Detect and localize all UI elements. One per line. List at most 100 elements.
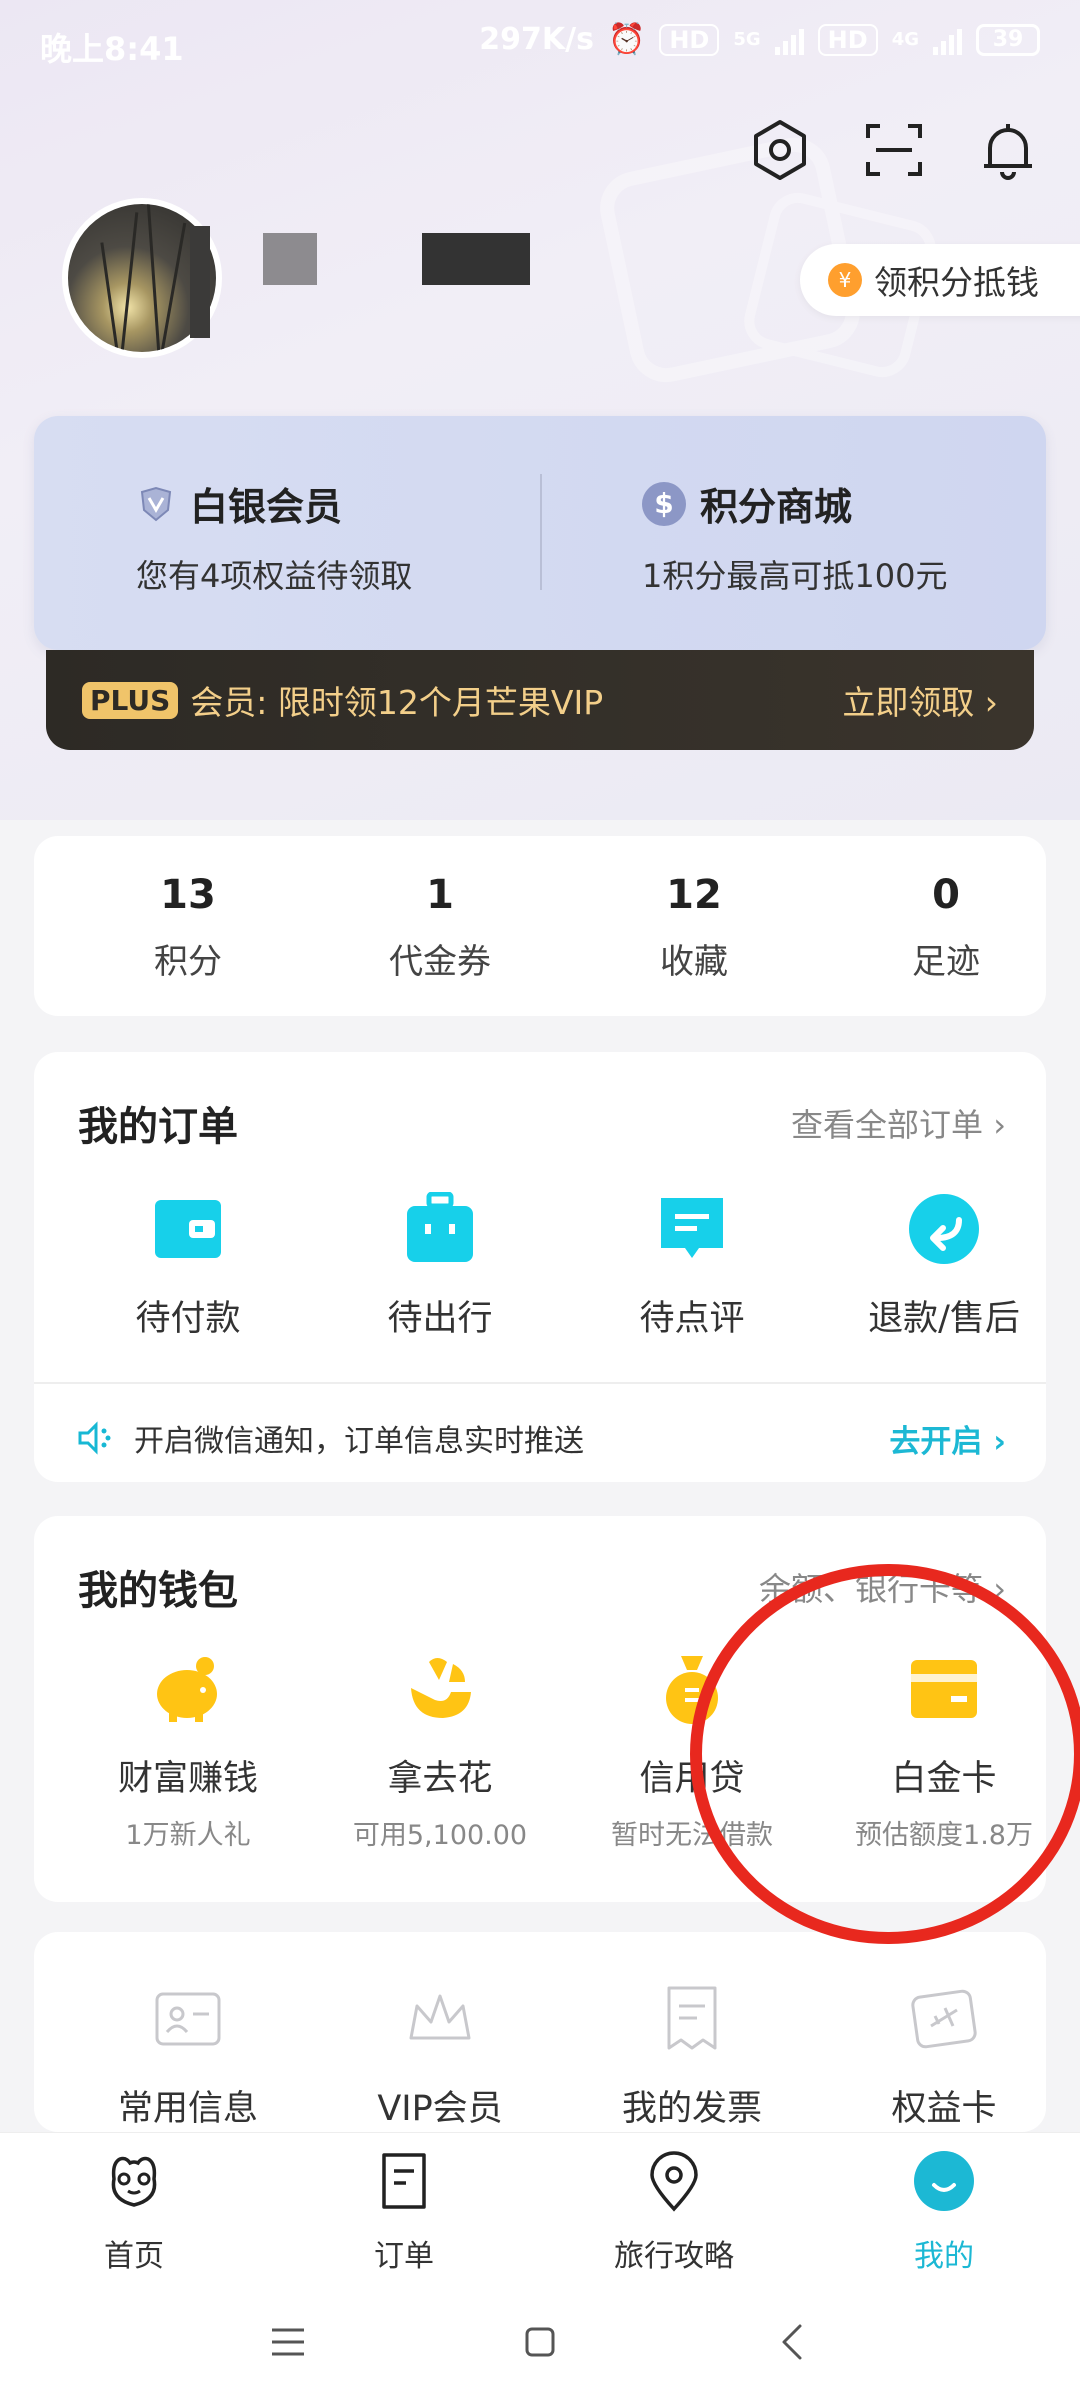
- divider: [34, 1382, 1046, 1384]
- invoice-icon: [667, 1986, 717, 2050]
- wallet-title: 我的钱包: [78, 1568, 238, 1614]
- stat-value: 0: [932, 872, 960, 918]
- username-redacted-3: [422, 233, 530, 285]
- id-card-icon: [155, 1992, 221, 2046]
- stat-label: 收藏: [660, 942, 728, 982]
- service-vip[interactable]: VIP会员: [330, 1982, 550, 2131]
- network-speed: 297K/s: [479, 22, 594, 57]
- alarm-icon: ⏰: [607, 22, 646, 57]
- silver-member-section[interactable]: 白银会员 您有4项权益待领取: [136, 476, 412, 597]
- network-4g-label: 4G: [891, 29, 919, 50]
- service-common-info[interactable]: 常用信息: [78, 1982, 298, 2131]
- nav-label: 我的: [914, 2239, 974, 2274]
- service-benefit-card[interactable]: 权益卡: [834, 1982, 1054, 2131]
- plus-claim-link[interactable]: 立即领取 ›: [842, 676, 998, 724]
- suitcase-icon: [407, 1191, 473, 1262]
- enable-notify-link[interactable]: 去开启 ›: [889, 1416, 1006, 1461]
- stat-value: 12: [666, 872, 722, 918]
- orders-card: 我的订单 查看全部订单 › 待付款 待出行 待点评 退款/售后 开启微信通知，订…: [34, 1052, 1046, 1482]
- wallet-naqu-hua[interactable]: 拿去花 可用5,100.00: [330, 1652, 550, 1852]
- stat-label: 积分: [154, 942, 222, 982]
- service-label: VIP会员: [377, 2089, 503, 2129]
- back-chevron-icon[interactable]: [764, 2312, 824, 2372]
- crown-icon: [409, 1994, 471, 2040]
- plane-ticket-icon: [911, 1989, 977, 2049]
- stat-label: 足迹: [912, 942, 980, 982]
- bell-icon[interactable]: [976, 118, 1040, 182]
- wallet-sub: 1万新人礼: [125, 1820, 251, 1851]
- wallet-icon: [155, 1200, 221, 1258]
- home-mascot-icon: [111, 2156, 157, 2207]
- stat-vouchers[interactable]: 1 代金券: [340, 872, 540, 983]
- earn-points-button[interactable]: ¥ 领积分抵钱: [800, 244, 1080, 316]
- refund-icon: [909, 1194, 979, 1264]
- stat-value: 13: [160, 872, 216, 918]
- service-label: 权益卡: [891, 2089, 997, 2129]
- signal-icon-2: [933, 25, 962, 55]
- settings-icon[interactable]: [748, 118, 812, 182]
- service-label: 我的发票: [621, 2089, 762, 2129]
- system-nav-bar: [0, 2282, 1080, 2400]
- order-refund[interactable]: 退款/售后: [834, 1192, 1054, 1341]
- hd-badge: HD: [659, 23, 720, 56]
- earn-points-label: 领积分抵钱: [874, 263, 1039, 302]
- wallet-wealth[interactable]: 财富赚钱 1万新人礼: [78, 1652, 298, 1852]
- services-card: 常用信息 VIP会员 我的发票 权益卡: [34, 1932, 1046, 2132]
- wallet-label: 财富赚钱: [117, 1759, 258, 1799]
- order-doc-icon: [382, 2153, 426, 2209]
- bottom-nav: 首页 订单 旅行攻略 我的: [0, 2132, 1080, 2282]
- order-label: 待出行: [387, 1299, 493, 1339]
- order-label: 待点评: [639, 1299, 745, 1339]
- service-label: 常用信息: [117, 2089, 258, 2129]
- home-square-icon[interactable]: [510, 2312, 570, 2372]
- signal-icon: [774, 25, 804, 55]
- username-redacted-2: [263, 233, 317, 285]
- service-invoice[interactable]: 我的发票: [582, 1982, 802, 2131]
- vip-badge-icon: [140, 486, 172, 521]
- order-pending-review[interactable]: 待点评: [582, 1192, 802, 1341]
- stat-points[interactable]: 13 积分: [88, 872, 288, 983]
- nav-profile[interactable]: 我的: [844, 2149, 1044, 2275]
- scan-icon[interactable]: [862, 118, 926, 182]
- stat-value: 1: [426, 872, 454, 918]
- order-pending-payment[interactable]: 待付款: [78, 1192, 298, 1341]
- wallet-label: 拿去花: [387, 1759, 493, 1799]
- nav-orders[interactable]: 订单: [304, 2149, 504, 2275]
- wallet-sub: 可用5,100.00: [352, 1820, 528, 1851]
- order-pending-travel[interactable]: 待出行: [330, 1191, 550, 1341]
- silver-member-sub: 您有4项权益待领取: [136, 557, 413, 595]
- dollar-icon: $: [642, 481, 686, 526]
- coin-icon: ¥: [828, 263, 862, 297]
- nav-travel-guide[interactable]: 旅行攻略: [574, 2149, 774, 2275]
- order-label: 退款/售后: [868, 1299, 1020, 1339]
- location-pin-icon: [650, 2151, 698, 2212]
- points-mall-sub: 1积分最高可抵100元: [642, 557, 948, 595]
- points-mall-title: 积分商城: [700, 485, 853, 529]
- status-bar: 晚上8:41 297K/s ⏰ HD 5G HD 4G 39: [0, 0, 1080, 92]
- username-redacted: [190, 226, 210, 338]
- silver-member-title: 白银会员: [190, 485, 343, 529]
- annotation-circle: [690, 1564, 1080, 1944]
- stat-label: 代金券: [389, 942, 491, 982]
- hd-badge-2: HD: [817, 23, 878, 56]
- status-time: 晚上8:41: [40, 30, 184, 68]
- plus-promo-text: 会员: 限时领12个月芒果VIP: [190, 683, 604, 722]
- stat-footprints[interactable]: 0 足迹: [846, 872, 1046, 983]
- piggy-bank-icon: [157, 1657, 217, 1722]
- stat-favorites[interactable]: 12 收藏: [594, 872, 794, 983]
- view-all-orders-link[interactable]: 查看全部订单 ›: [791, 1100, 1006, 1146]
- network-5g-label: 5G: [733, 29, 761, 50]
- points-mall-section[interactable]: $ 积分商城 1积分最高可抵100元: [642, 476, 947, 597]
- member-card: 白银会员 您有4项权益待领取 $ 积分商城 1积分最高可抵100元: [34, 416, 1046, 650]
- wechat-notify-row: 开启微信通知，订单信息实时推送: [78, 1416, 584, 1460]
- nav-home[interactable]: 首页: [34, 2149, 234, 2275]
- plus-member-banner[interactable]: PLUS 会员: 限时领12个月芒果VIP 立即领取 ›: [46, 650, 1034, 750]
- speaker-icon: [78, 1421, 111, 1455]
- divider: [540, 474, 542, 590]
- battery-icon: 39: [976, 23, 1040, 56]
- profile-smile-icon: [914, 2151, 974, 2211]
- comment-icon: [661, 1198, 723, 1258]
- nav-label: 旅行攻略: [614, 2239, 734, 2274]
- menu-icon[interactable]: [258, 2312, 318, 2372]
- order-label: 待付款: [135, 1299, 241, 1339]
